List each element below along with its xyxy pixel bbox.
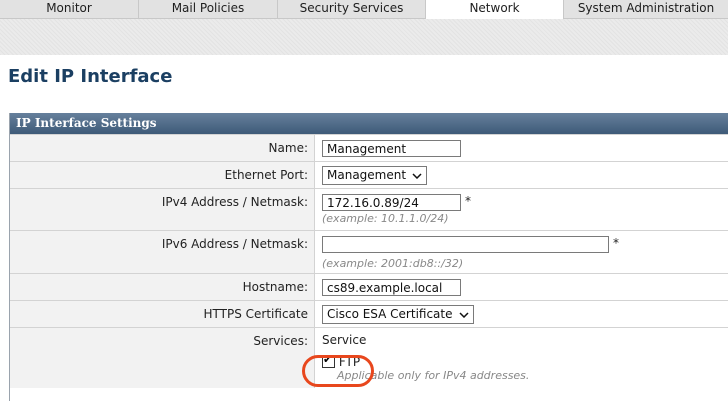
row-ipv4: IPv4 Address / Netmask: 172.16.0.89/24 * … [10,188,728,231]
hostname-label: Hostname: [242,280,308,294]
panel-header: IP Interface Settings [10,113,728,134]
row-https-certificate: HTTPS Certificate Cisco ESA Certificate [10,300,728,328]
required-mark: * [465,194,471,208]
row-ipv6: IPv6 Address / Netmask: * (example: 2001… [10,230,728,274]
https-certificate-value: Cisco ESA Certificate [327,307,453,321]
page-title: Edit IP Interface [8,66,173,87]
tab-security-services[interactable]: Security Services [278,0,426,18]
tab-network[interactable]: Network [426,0,564,19]
row-hostname: Hostname: cs89.example.local [10,273,728,301]
https-certificate-label: HTTPS Certificate [203,307,308,321]
highlight-circle [302,355,374,387]
service-column-header: Service [322,333,367,347]
ipv4-hint: (example: 10.1.1.0/24) [322,212,449,225]
ethernet-port-select[interactable]: Management [322,166,428,185]
chevron-down-icon [458,311,469,318]
ipv6-label: IPv6 Address / Netmask: [161,237,308,251]
ftp-note: Applicable only for IPv4 addresses. [337,369,530,382]
ipv6-hint: (example: 2001:db8::/32) [322,257,464,270]
https-certificate-select[interactable]: Cisco ESA Certificate [322,305,474,324]
subnav-band [0,19,728,55]
tab-mail-policies[interactable]: Mail Policies [139,0,278,18]
ip-interface-settings-panel: IP Interface Settings Name: Management E… [9,113,728,401]
tab-system-administration[interactable]: System Administration [564,0,728,18]
row-name: Name: Management [10,134,728,162]
name-label: Name: [268,141,308,155]
row-ethernet-port: Ethernet Port: Management [10,161,728,189]
settings-table: Name: Management Ethernet Port: Manageme… [10,134,728,388]
ftp-service-item: FTP Applicable only for IPv4 addresses. [322,353,728,382]
hostname-input[interactable]: cs89.example.local [322,279,461,296]
tab-monitor[interactable]: Monitor [0,0,139,18]
services-label: Services: [253,334,308,348]
name-input[interactable]: Management [322,140,461,157]
chevron-down-icon [412,172,422,179]
ethernet-port-value: Management [327,168,407,182]
ipv4-label: IPv4 Address / Netmask: [161,195,308,209]
required-mark: * [613,236,619,250]
ipv4-input[interactable]: 172.16.0.89/24 [322,194,461,211]
ethernet-port-label: Ethernet Port: [224,168,308,182]
top-nav: Monitor Mail Policies Security Services … [0,0,728,19]
ipv6-input[interactable] [322,236,609,253]
